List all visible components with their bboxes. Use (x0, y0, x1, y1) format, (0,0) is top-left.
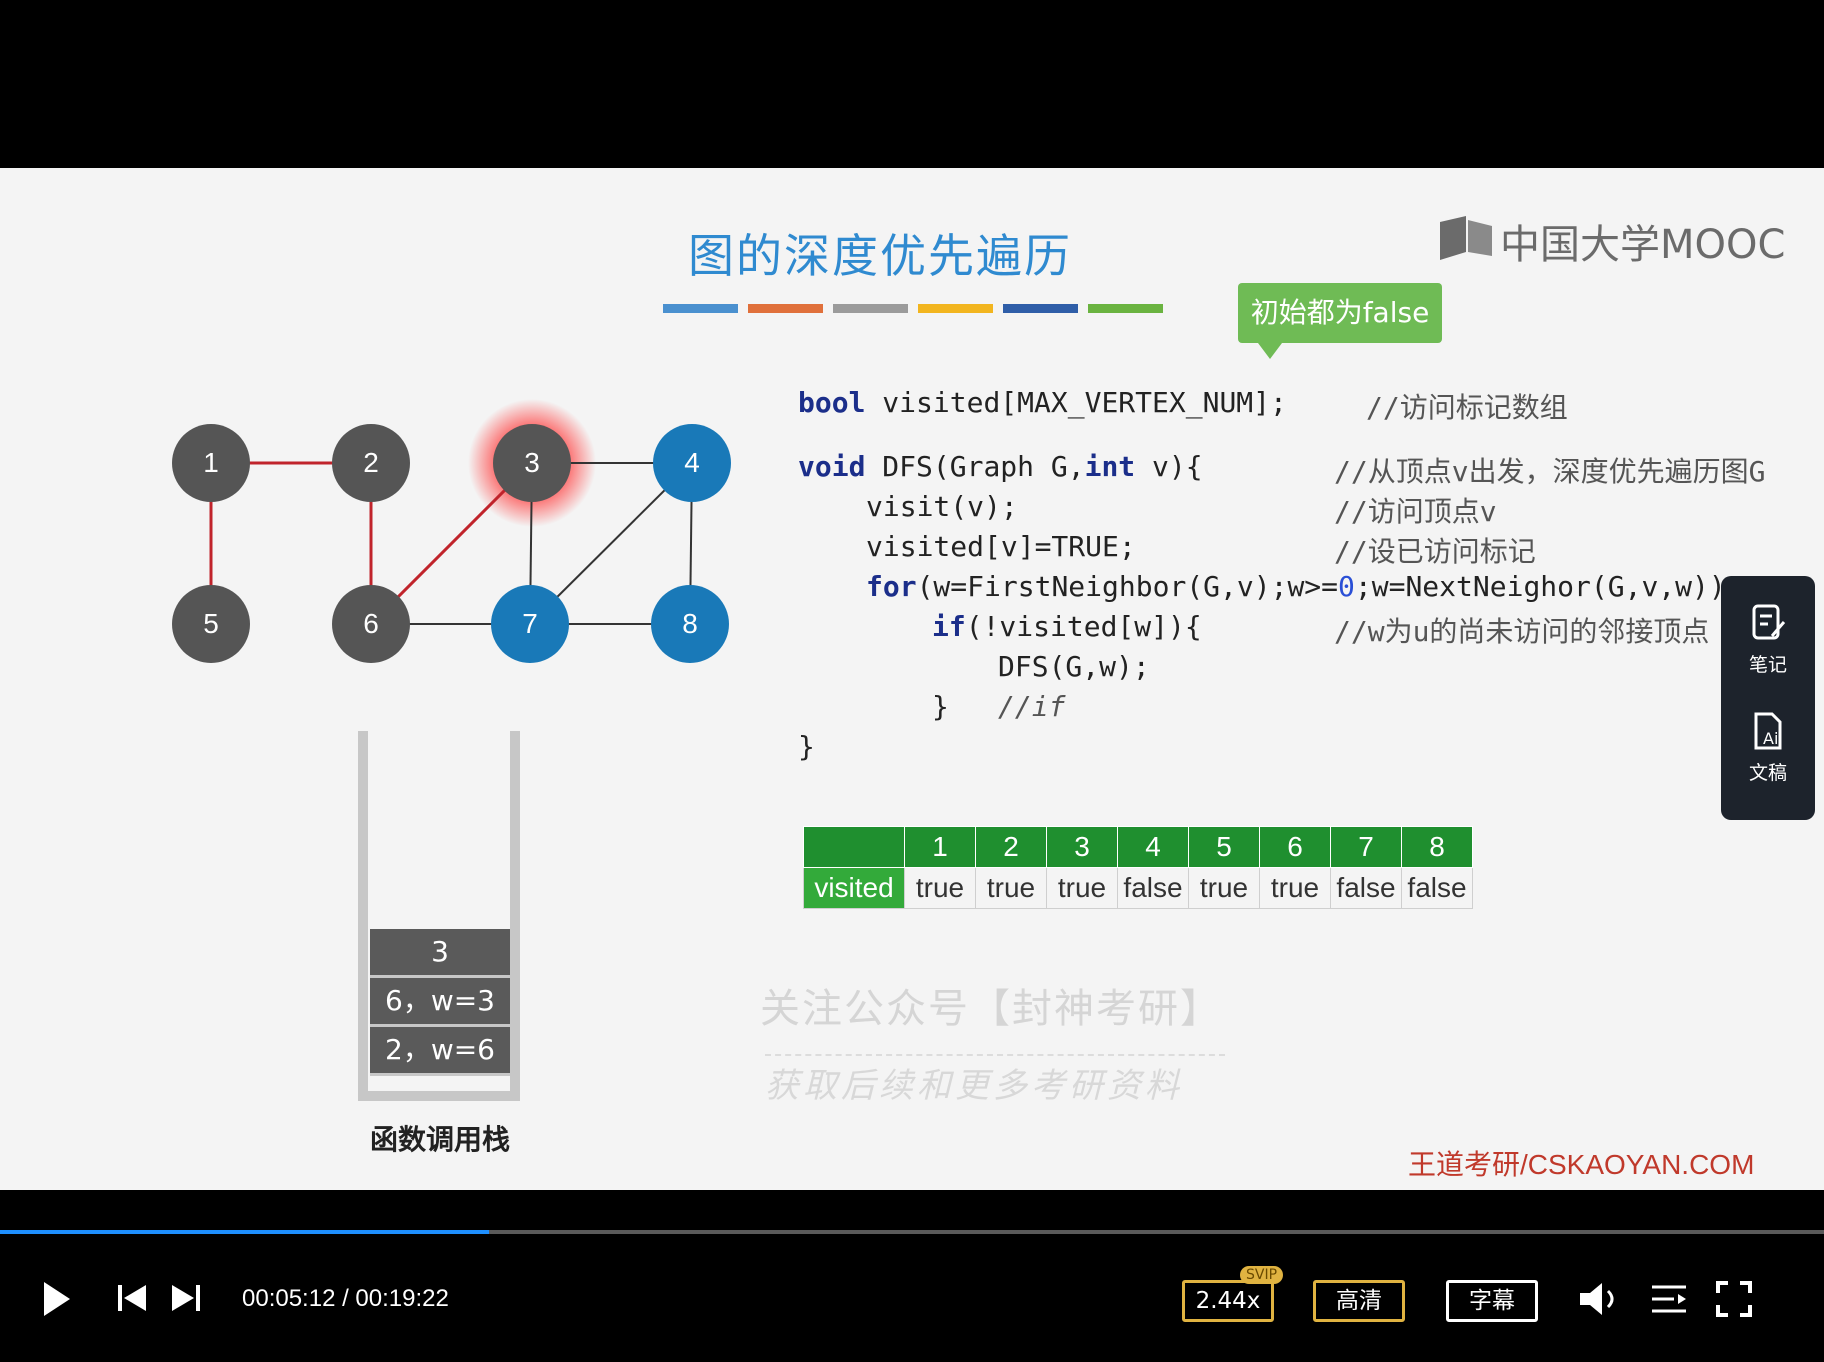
code-text: } (798, 730, 815, 763)
graph-node-8: 8 (651, 585, 729, 663)
quality-button[interactable]: 高清 (1313, 1280, 1405, 1322)
visited-value-cell: false (1330, 867, 1402, 909)
visited-value-cell: false (1401, 867, 1473, 909)
visited-header-cell: 3 (1046, 826, 1118, 868)
code-text: (!visited[w]){ (965, 610, 1202, 643)
code-text: DFS(G,w); (998, 650, 1150, 683)
code-comment: //w为u的尚未访问的邻接顶点 (1334, 615, 1710, 648)
watermark-line-1: 关注公众号【封神考研】 (760, 986, 1222, 1032)
transcript-label: 文稿 (1748, 762, 1787, 784)
code-keyword: void (798, 450, 866, 483)
visited-header-cell: 1 (904, 826, 976, 868)
code-text: (w=FirstNeighbor(G,v);w>= (916, 570, 1339, 603)
visited-value-cell: true (904, 867, 976, 909)
stack-frame: 6，w=3 (370, 978, 510, 1027)
notes-label: 笔记 (1748, 654, 1787, 676)
code-keyword: if (932, 610, 966, 643)
stack-wall-left (358, 731, 368, 1101)
visited-header-cell: 4 (1117, 826, 1189, 868)
code-keyword: for (866, 570, 917, 603)
previous-icon[interactable] (116, 1282, 148, 1314)
visited-value-cell: true (975, 867, 1047, 909)
visited-row-label: visited (803, 867, 905, 909)
transcript-button[interactable]: Ai 文稿 (1721, 710, 1815, 785)
site-credit: 王道考研/CSKAOYAN.COM (1408, 1149, 1755, 1180)
code-number: 0 (1338, 570, 1355, 603)
visited-value-cell: true (1188, 867, 1260, 909)
visited-table-corner (803, 826, 905, 868)
title-bar-4 (918, 304, 993, 313)
visited-header-cell: 5 (1188, 826, 1260, 868)
transcript-icon: Ai (1754, 712, 1782, 750)
title-bar-3 (833, 304, 908, 313)
title-bar-5 (1003, 304, 1078, 313)
code-keyword: bool (798, 386, 866, 419)
svip-badge: SVIP (1240, 1266, 1284, 1284)
stack-wall-right (510, 731, 520, 1101)
graph-node-2: 2 (332, 424, 410, 502)
code-text: v){ (1135, 450, 1203, 483)
subtitles-button[interactable]: 字幕 (1446, 1280, 1538, 1322)
visited-header-cell: 8 (1401, 826, 1473, 868)
title-bar-6 (1088, 304, 1163, 313)
stack-frame: 2，w=6 (370, 1027, 510, 1076)
visited-header-cell: 2 (975, 826, 1047, 868)
watermark-line-2: 获取后续和更多考研资料 (765, 1066, 1183, 1106)
graph-node-5: 5 (172, 585, 250, 663)
visited-value-cell: true (1259, 867, 1331, 909)
graph-node-6: 6 (332, 585, 410, 663)
code-comment: //访问标记数组 (1366, 391, 1568, 424)
play-icon[interactable] (42, 1280, 72, 1318)
volume-icon[interactable] (1578, 1280, 1622, 1318)
code-text: visit(v); (866, 490, 1018, 523)
graph-node-4: 4 (653, 424, 731, 502)
graph-node-1: 1 (172, 424, 250, 502)
code-text: visited[v]=TRUE; (866, 530, 1136, 563)
stack-frame: 3 (370, 929, 510, 978)
code-text: visited[MAX_VERTEX_NUM]; (865, 386, 1287, 419)
watermark-divider (765, 1054, 1225, 1056)
code-keyword: int (1084, 450, 1136, 483)
code-comment: //访问顶点v (1334, 495, 1497, 528)
notes-icon (1752, 604, 1786, 640)
stack-label: 函数调用栈 (369, 1123, 510, 1156)
code-text: } (932, 690, 949, 723)
side-panel: 笔记 Ai 文稿 (1721, 576, 1815, 820)
visited-header-cell: 7 (1330, 826, 1402, 868)
visited-value-cell: true (1046, 867, 1118, 909)
time-display: 00:05:12 / 00:19:22 (242, 1285, 449, 1312)
code-comment: //从顶点v出发，深度优先遍历图G (1334, 455, 1766, 488)
svg-text:Ai: Ai (1763, 729, 1778, 748)
visited-table-value-row: visited true true true false true true f… (803, 867, 1473, 909)
code-text: ;w=NextNeighor(G,v,w)) (1354, 570, 1726, 603)
code-comment: //设已访问标记 (1334, 535, 1536, 568)
speed-button[interactable]: 2.44x (1182, 1280, 1274, 1322)
callout-bubble: 初始都为false (1238, 283, 1442, 343)
visited-table: 1 2 3 4 5 6 7 8 visited true true true f… (803, 826, 1473, 909)
fullscreen-icon[interactable] (1716, 1281, 1752, 1317)
code-text: DFS(Graph G, (865, 450, 1085, 483)
visited-table-header-row: 1 2 3 4 5 6 7 8 (803, 826, 1473, 868)
mooc-logo-icon (1440, 216, 1492, 260)
graph-node-3: 3 (493, 424, 571, 502)
mooc-logo-text: 中国大学MOOC (1500, 222, 1786, 268)
graph-node-7: 7 (491, 585, 569, 663)
slide-area: 图的深度优先遍历 中国大学MOOC 初始都为false 1 2 3 4 5 6 … (0, 168, 1824, 1190)
stack-floor (358, 1091, 518, 1101)
visited-value-cell: false (1117, 867, 1189, 909)
next-icon[interactable] (170, 1282, 202, 1314)
callout-tail (1258, 343, 1282, 359)
code-comment: //if (998, 690, 1066, 723)
playlist-icon[interactable] (1650, 1283, 1688, 1315)
progress-fill (0, 1230, 489, 1234)
visited-header-cell: 6 (1259, 826, 1331, 868)
notes-button[interactable]: 笔记 (1721, 602, 1815, 677)
